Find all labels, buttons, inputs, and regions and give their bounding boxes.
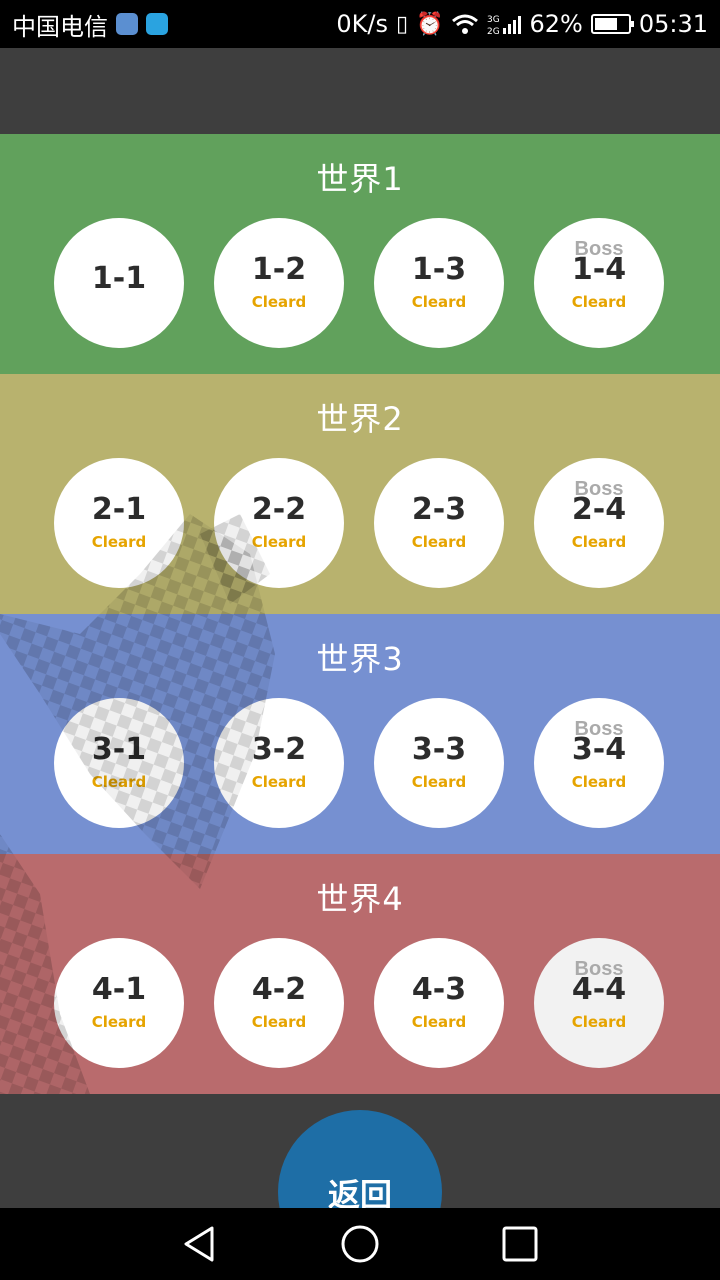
stage-row: 2-1 Cleard 2-2 Cleard 2-3 Cleard Boss 2-… — [54, 458, 664, 588]
stage-status: Cleard — [91, 1013, 147, 1031]
stage-status: Cleard — [91, 773, 147, 791]
stage-status: Cleard — [571, 1013, 627, 1031]
alarm-icon: ⏰ — [416, 11, 444, 37]
net-speed: 0K/s — [336, 10, 388, 38]
world-3-section: 世界3 3-1 Cleard 3-2 Cleard 3-3 Cleard Bos… — [0, 614, 720, 854]
battery-percent: 62% — [529, 10, 583, 38]
world-title: 世界4 — [316, 880, 404, 918]
clock: 05:31 — [638, 10, 708, 38]
stage-button-1-1[interactable]: 1-1 — [54, 218, 184, 348]
stage-number: 2-2 — [251, 492, 307, 527]
stage-button-3-2[interactable]: 3-2 Cleard — [214, 698, 344, 828]
stage-row: 1-1 1-2 Cleard 1-3 Cleard Boss 1-4 Clear… — [54, 218, 664, 348]
navigation-bar — [0, 1208, 720, 1280]
stage-button-3-1[interactable]: 3-1 Cleard — [54, 698, 184, 828]
stage-number: 4-2 — [251, 972, 307, 1007]
world-4-section: 世界4 4-1 Cleard 4-2 Cleard 4-3 Cleard Bos… — [0, 854, 720, 1094]
stage-button-2-2[interactable]: 2-2 Cleard — [214, 458, 344, 588]
stage-number: 1-3 — [411, 252, 467, 287]
stage-button-4-4[interactable]: Boss 4-4 Cleard — [534, 938, 664, 1068]
health-app-icon — [146, 13, 168, 35]
vibrate-icon: ▯ — [395, 11, 409, 37]
back-triangle-icon[interactable] — [180, 1224, 220, 1264]
stage-button-1-3[interactable]: 1-3 Cleard — [374, 218, 504, 348]
stage-number: 1-1 — [91, 261, 147, 296]
recents-square-icon[interactable] — [500, 1224, 540, 1264]
stage-button-3-4[interactable]: Boss 3-4 Cleard — [534, 698, 664, 828]
stage-status: Cleard — [91, 533, 147, 551]
stage-button-2-4[interactable]: Boss 2-4 Cleard — [534, 458, 664, 588]
wifi-icon — [452, 14, 479, 34]
stage-status: Cleard — [571, 773, 627, 791]
stage-number: 1-2 — [251, 252, 307, 287]
boss-label: Boss — [574, 958, 624, 980]
status-bar: 中国电信 0K/s ▯ ⏰ 3G 2G 62% 05:31 — [0, 0, 720, 48]
stage-number: 3-2 — [251, 732, 307, 767]
stage-number: 4-3 — [411, 972, 467, 1007]
stage-button-4-1[interactable]: 4-1 Cleard — [54, 938, 184, 1068]
stage-status: Cleard — [251, 1013, 307, 1031]
stage-button-1-4[interactable]: Boss 1-4 Cleard — [534, 218, 664, 348]
world-title: 世界1 — [316, 160, 404, 198]
world-2-section: 世界2 2-1 Cleard 2-2 Cleard 2-3 Cleard Bos… — [0, 374, 720, 614]
world-1-section: 世界1 1-1 1-2 Cleard 1-3 Cleard Boss 1-4 C… — [0, 134, 720, 374]
top-bar — [0, 48, 720, 134]
carrier-label: 中国电信 — [12, 12, 108, 41]
stage-button-4-2[interactable]: 4-2 Cleard — [214, 938, 344, 1068]
svg-text:2G: 2G — [487, 27, 500, 36]
stage-status: Cleard — [411, 773, 467, 791]
stage-number: 2-3 — [411, 492, 467, 527]
home-circle-icon[interactable] — [340, 1224, 380, 1264]
world-title: 世界2 — [316, 400, 404, 438]
boss-label: Boss — [574, 478, 624, 500]
world-title: 世界3 — [316, 640, 404, 678]
stage-number: 3-1 — [91, 732, 147, 767]
stage-number: 3-3 — [411, 732, 467, 767]
stage-button-2-1[interactable]: 2-1 Cleard — [54, 458, 184, 588]
boss-label: Boss — [574, 238, 624, 260]
back-button[interactable]: 返回 — [278, 1110, 442, 1208]
stage-button-3-3[interactable]: 3-3 Cleard — [374, 698, 504, 828]
stage-number: 2-1 — [91, 492, 147, 527]
stage-button-1-2[interactable]: 1-2 Cleard — [214, 218, 344, 348]
app-notification-icon — [116, 13, 138, 35]
stage-status: Cleard — [251, 293, 307, 311]
bottom-bar: 返回 — [0, 1094, 720, 1208]
stage-status: Cleard — [411, 533, 467, 551]
stage-row: 4-1 Cleard 4-2 Cleard 4-3 Cleard Boss 4-… — [54, 938, 664, 1068]
stage-button-4-3[interactable]: 4-3 Cleard — [374, 938, 504, 1068]
stage-status: Cleard — [411, 293, 467, 311]
stage-number: 4-1 — [91, 972, 147, 1007]
svg-text:3G: 3G — [487, 15, 500, 25]
world-list: 世界1 1-1 1-2 Cleard 1-3 Cleard Boss 1-4 C… — [0, 134, 720, 1094]
stage-status: Cleard — [411, 1013, 467, 1031]
back-button-label: 返回 — [327, 1176, 392, 1208]
battery-icon — [590, 14, 634, 34]
stage-button-2-3[interactable]: 2-3 Cleard — [374, 458, 504, 588]
stage-status: Cleard — [251, 773, 307, 791]
stage-status: Cleard — [571, 293, 627, 311]
stage-status: Cleard — [571, 533, 627, 551]
signal-icon: 3G 2G — [487, 15, 522, 36]
boss-label: Boss — [574, 718, 624, 740]
stage-status: Cleard — [251, 533, 307, 551]
stage-row: 3-1 Cleard 3-2 Cleard 3-3 Cleard Boss 3-… — [54, 698, 664, 828]
